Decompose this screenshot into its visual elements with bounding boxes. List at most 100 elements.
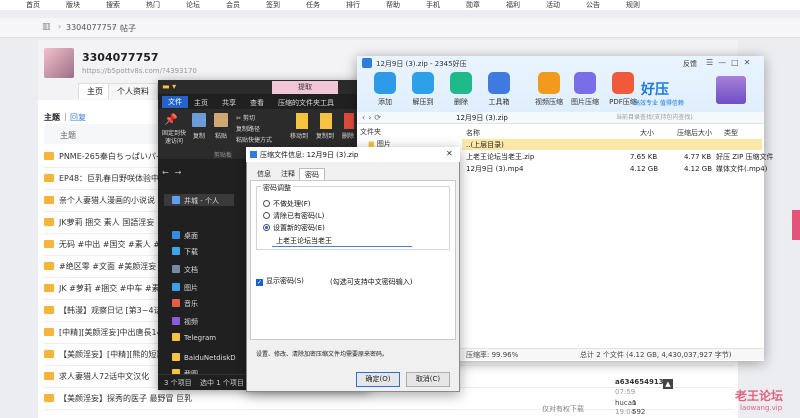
file-name[interactable]: ..(上层目录) xyxy=(466,139,504,151)
cancel-button[interactable]: 取消(C) xyxy=(406,372,450,387)
tab-file[interactable]: 文件 xyxy=(162,96,188,108)
option-clear-password[interactable]: 清除已有密码(L) xyxy=(263,210,324,222)
toolbar-button[interactable]: 工具箱 xyxy=(480,72,518,107)
nav-item[interactable]: 桌面 xyxy=(172,228,232,244)
ok-button[interactable]: 确定(O) xyxy=(356,372,400,387)
copy-button[interactable]: 复制 xyxy=(193,131,205,140)
show-password-hint: (勾选可支持中文密码输入) xyxy=(330,278,413,286)
cut-button[interactable]: ✂ 剪切 xyxy=(236,113,255,122)
topic-title[interactable]: 亲个人妻猎人漫画的小说说 xyxy=(59,196,155,205)
search-input[interactable]: 当前目录查找(支持包内查找) xyxy=(616,113,756,123)
topnav-item[interactable]: 勋章 xyxy=(466,2,480,9)
tool-label: 工具箱 xyxy=(488,98,510,106)
window-controls[interactable]: ☰—□✕ xyxy=(706,58,755,67)
pin-icon[interactable]: 📌 xyxy=(164,113,178,126)
toolbar-button[interactable]: 视频压缩 xyxy=(530,72,568,107)
paste-button[interactable]: 粘贴 xyxy=(215,131,227,140)
topic-title[interactable]: EP48：巨乳春日野咲体验中 xyxy=(59,174,159,183)
show-password-checkbox[interactable]: ✓ 显示密码(S) xyxy=(256,276,304,286)
password-note: 设置、修改、清除加密压缩文件均需要原来密码。 xyxy=(256,351,389,358)
topnav-item[interactable]: 会员 xyxy=(226,2,240,9)
topic-title[interactable]: JK #萝莉 #捆交 #中车 #素人 xyxy=(59,284,168,293)
tab-topics[interactable]: 主题 xyxy=(44,112,60,123)
nav-label: 文档 xyxy=(184,266,198,274)
scroll-top-icon[interactable]: ▲ xyxy=(663,379,673,389)
topic-title[interactable]: 【美颜淫妄】探秀的医子 最野冒 巨乳 xyxy=(59,394,192,403)
breadcrumb-sep: › xyxy=(112,23,116,32)
topic-title[interactable]: PNME-265秦白ちっぱいパイ xyxy=(59,152,164,161)
topic-title[interactable]: JK萝莉 捆交 素人 国語淫妄 xyxy=(59,218,154,227)
col-name[interactable]: 名称 xyxy=(466,127,480,139)
folder-icon xyxy=(44,328,54,336)
breadcrumb-user[interactable]: 3304077757 xyxy=(66,23,117,32)
topnav-item[interactable]: 排行 xyxy=(346,2,360,9)
nav-item[interactable]: 音乐 xyxy=(172,296,232,312)
topnav-item[interactable]: 版块 xyxy=(66,2,80,9)
tab-view[interactable]: 查看 xyxy=(250,98,264,108)
nav-item[interactable]: Telegram xyxy=(172,330,232,346)
paste-shortcut-button[interactable]: 粘贴快捷方式 xyxy=(236,135,272,144)
option-no-change[interactable]: 不做处理(F) xyxy=(263,198,311,210)
close-icon[interactable]: ✕ xyxy=(446,149,453,158)
topnav-item[interactable]: 手机 xyxy=(426,2,440,9)
topic-title[interactable]: 【韩漫】观察日记 [第3~4话] xyxy=(59,306,165,315)
folder-icon xyxy=(172,231,180,239)
last-post-user[interactable]: a634654913 xyxy=(615,378,664,386)
copy-to-button[interactable]: 复制到 xyxy=(316,131,334,140)
delete-button[interactable]: 删除 xyxy=(342,131,354,140)
option-label: 清除已有密码(L) xyxy=(273,212,325,220)
nav-item[interactable]: 井城 - 个人 xyxy=(172,193,232,209)
copy-path-button[interactable]: 复制路径 xyxy=(236,124,260,133)
tab-home[interactable]: 主页 xyxy=(194,98,208,108)
side-float-tab[interactable] xyxy=(792,210,800,240)
toolbar-button[interactable]: 添加 xyxy=(366,72,404,107)
tab-share[interactable]: 共享 xyxy=(222,98,236,108)
avatar[interactable] xyxy=(44,48,74,78)
toolbar-button[interactable]: 解压到 xyxy=(404,72,442,107)
nav-arrows[interactable]: ‹›⟳ xyxy=(362,113,384,122)
topnav-item[interactable]: 帮助 xyxy=(386,2,400,9)
nav-item[interactable]: BaiduNetdiskD xyxy=(172,350,236,366)
toolbar-button[interactable]: 删除 xyxy=(442,72,480,107)
breadcrumb-section[interactable]: 帖子 xyxy=(120,23,136,34)
pin-quick-access-button[interactable]: 固定到快速访问 xyxy=(160,130,188,146)
toolbar-button[interactable]: 图片压缩 xyxy=(566,72,604,107)
nav-item[interactable]: 视频 xyxy=(172,314,232,330)
topnav-item[interactable]: 福利 xyxy=(506,2,520,9)
topnav-item[interactable]: 规则 xyxy=(626,2,640,9)
option-set-password[interactable]: 设置新的密码(E) xyxy=(263,222,325,234)
tab-profile[interactable]: 个人资料 xyxy=(108,83,158,99)
tool-icon xyxy=(450,72,472,94)
topnav-item[interactable]: 论坛 xyxy=(186,2,200,9)
topic-title[interactable]: 求人妻猎人72话中文汉化 xyxy=(59,372,149,381)
ribbon-context-title[interactable]: 提取 xyxy=(272,81,338,94)
nav-item[interactable]: 图片 xyxy=(172,280,232,296)
nav-item[interactable]: 下载 xyxy=(172,244,232,260)
tab-compressed-tools[interactable]: 压缩的文件夹工具 xyxy=(278,98,334,108)
tab-home[interactable]: 主页 xyxy=(78,83,112,99)
topnav-item[interactable]: 热门 xyxy=(146,2,160,9)
password-input[interactable]: 上老王论坛当老王 xyxy=(272,235,412,247)
topnav-item[interactable]: 签到 xyxy=(266,2,280,9)
feedback-link[interactable]: 反馈 xyxy=(683,59,697,69)
nav-arrows[interactable]: ←→ xyxy=(162,168,187,177)
nav-item[interactable]: 文档 xyxy=(172,262,232,278)
file-name[interactable]: 12月9日 (3).mp4 xyxy=(466,163,523,175)
archive-path[interactable]: 12月9日 (3).zip xyxy=(456,113,508,123)
topnav-item[interactable]: 活动 xyxy=(546,2,560,9)
col-size[interactable]: 大小 xyxy=(640,127,654,139)
topnav-item[interactable]: 公告 xyxy=(586,2,600,9)
topnav-item[interactable]: 搜索 xyxy=(106,2,120,9)
status-item-count: 3 个项目 xyxy=(164,379,192,387)
tab-replies[interactable]: 回复 xyxy=(70,112,86,123)
col-packed[interactable]: 压缩后大小 xyxy=(677,127,712,139)
topic-title[interactable]: 【美颜淫妄】[中精][熊的短篇 xyxy=(59,350,164,359)
watermark-logo: 老王论坛 xyxy=(735,389,784,403)
profile-url[interactable]: https://b5pottv8s.com/?4393170 xyxy=(82,67,197,75)
col-type[interactable]: 类型 xyxy=(724,127,738,139)
move-to-button[interactable]: 移动到 xyxy=(290,131,308,140)
topic-title[interactable]: #绝区零 #文面 #美颜淫妄 xyxy=(59,262,156,271)
topnav-item[interactable]: 首页 xyxy=(26,2,40,9)
topnav-item[interactable]: 任务 xyxy=(306,2,320,9)
file-name[interactable]: 上老王论坛当老王.zip xyxy=(466,151,534,163)
